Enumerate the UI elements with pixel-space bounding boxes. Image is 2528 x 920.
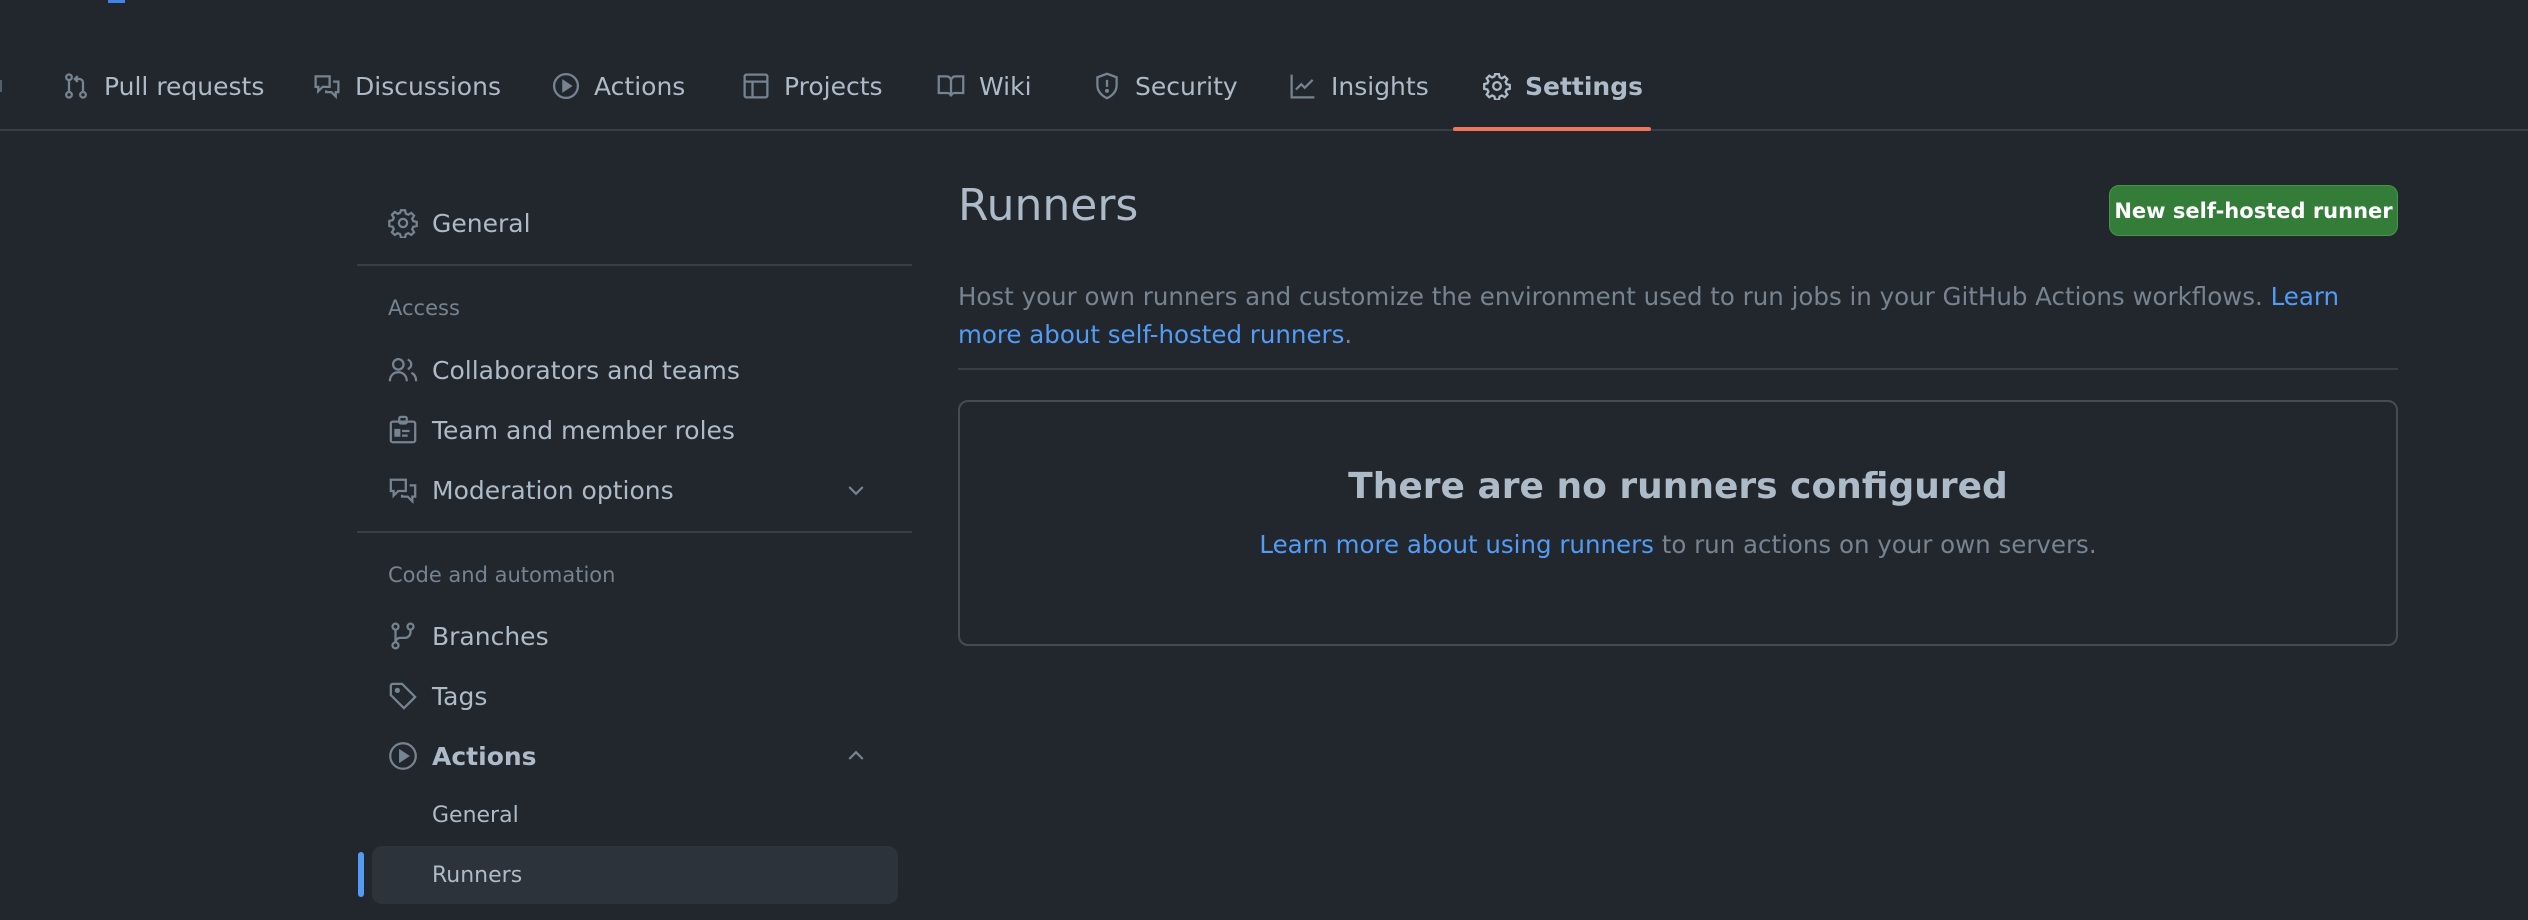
chevron-up-icon[interactable] [844,744,868,768]
comment-discussion-icon [313,72,341,100]
sidebar-item-tags[interactable]: Tags [372,668,898,724]
people-icon [388,355,418,385]
sidebar-item-collaborators[interactable]: Collaborators and teams [372,342,898,398]
empty-state-box [958,400,2398,646]
graph-icon [1289,72,1317,100]
tab-actions[interactable]: Actions [552,62,685,110]
sidebar-divider [357,264,912,266]
tab-label: Settings [1525,71,1644,101]
tab-pull-requests[interactable]: Pull requests [62,62,264,110]
sidebar-item-label: Branches [432,621,549,651]
sidebar-divider [357,531,912,533]
tab-projects[interactable]: Projects [742,62,883,110]
play-icon [388,741,418,771]
header-divider [958,368,2398,370]
tab-label: Actions [594,71,686,101]
sidebar-item-label: Tags [432,681,488,711]
active-item-indicator [358,852,364,897]
sidebar-item-label: Collaborators and teams [432,355,740,385]
git-branch-icon [388,621,418,651]
gear-icon [388,208,418,238]
gear-icon [1483,72,1511,100]
table-icon [742,72,770,100]
sidebar-item-label: Team and member roles [432,415,735,445]
sidebar-item-label: General [432,208,531,238]
git-pull-request-icon [62,72,90,100]
sidebar-item-label: General [432,802,519,828]
cut-off-tab-icon [0,80,2,92]
id-badge-icon [388,415,418,445]
description-end: . [1344,320,1353,349]
description-text: Host your own runners and customize the … [958,282,2271,311]
sidebar-section-heading-code-automation: Code and automation [388,563,616,587]
tag-icon [388,681,418,711]
sidebar-subitem-actions-runners[interactable]: Runners [372,846,898,904]
page-description: Host your own runners and customize the … [958,278,2398,354]
tab-label: Insights [1331,71,1429,101]
tab-insights[interactable]: Insights [1289,62,1429,110]
shield-icon [1093,72,1121,100]
chevron-down-icon[interactable] [844,478,868,502]
sidebar-item-label: Runners [432,862,523,888]
comment-discussion-icon [388,475,418,505]
sidebar-subitem-actions-general[interactable]: General [372,787,898,843]
sidebar-item-team-roles[interactable]: Team and member roles [372,402,898,458]
sidebar-item-label: Moderation options [432,475,674,505]
tab-label: Security [1135,71,1238,101]
tab-label: Wiki [979,71,1032,101]
empty-state-description: Learn more about using runners to run ac… [958,530,2398,559]
tab-label: Discussions [355,71,501,101]
sidebar-item-branches[interactable]: Branches [372,608,898,664]
page-title: Runners [958,180,1139,231]
empty-state-text: to run actions on your own servers. [1653,530,2097,559]
tab-security[interactable]: Security [1093,62,1238,110]
sidebar-item-actions[interactable]: Actions [372,728,898,784]
empty-state-title: There are no runners configured [1348,466,2008,507]
play-icon [552,72,580,100]
sidebar-item-moderation-options[interactable]: Moderation options [372,462,898,518]
selected-tab-underline [1453,127,1651,131]
book-icon [937,72,965,100]
sidebar-item-label: Actions [432,741,537,771]
tab-label: Pull requests [104,71,265,101]
sidebar-item-general[interactable]: General [372,195,898,251]
new-self-hosted-runner-button[interactable]: New self-hosted runner [2109,185,2398,236]
repo-nav: Pull requests Discussions Actions Projec… [0,0,2528,131]
tab-wiki[interactable]: Wiki [937,62,1032,110]
tab-discussions[interactable]: Discussions [313,62,501,110]
tab-label: Projects [784,71,883,101]
sidebar-section-heading-access: Access [388,296,460,320]
tab-settings[interactable]: Settings [1483,62,1643,110]
learn-more-using-runners-link[interactable]: Learn more about using runners [1259,530,1654,559]
